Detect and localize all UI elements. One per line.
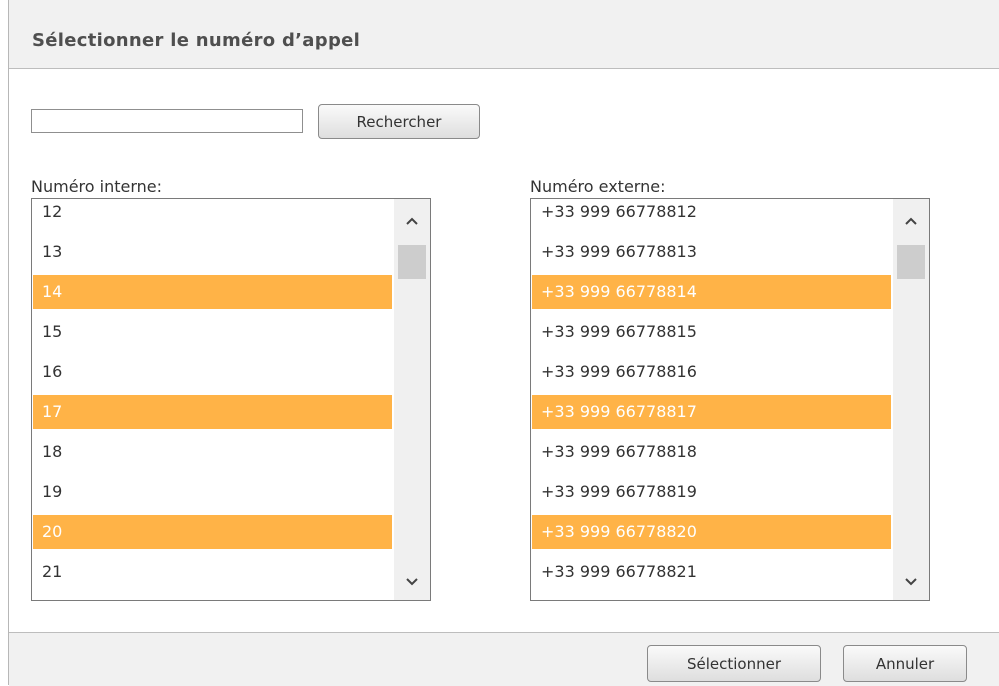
- dialog-footer: Sélectionner Annuler: [9, 632, 999, 686]
- list-item[interactable]: 16: [33, 355, 392, 389]
- scrollbar-thumb[interactable]: [398, 245, 426, 279]
- list-item[interactable]: 14: [33, 275, 392, 309]
- list-item[interactable]: 15: [33, 315, 392, 349]
- list-item[interactable]: 18: [33, 435, 392, 469]
- dialog-header: Sélectionner le numéro d’appel: [9, 0, 999, 69]
- list-item[interactable]: +33 999 66778818: [532, 435, 891, 469]
- select-number-dialog: Sélectionner le numéro d’appel Recherche…: [8, 0, 999, 686]
- list-item[interactable]: +33 999 66778814: [532, 275, 891, 309]
- list-item[interactable]: 21: [33, 555, 392, 589]
- list-item[interactable]: +33 999 66778812: [532, 199, 891, 229]
- select-button[interactable]: Sélectionner: [647, 645, 821, 682]
- list-item[interactable]: +33 999 66778815: [532, 315, 891, 349]
- list-item[interactable]: +33 999 66778821: [532, 555, 891, 589]
- dialog-title: Sélectionner le numéro d’appel: [32, 30, 361, 51]
- external-scrollbar[interactable]: [893, 199, 929, 600]
- chevron-up-icon[interactable]: [404, 213, 420, 229]
- search-button[interactable]: Rechercher: [318, 104, 480, 139]
- internal-scrollbar[interactable]: [394, 199, 430, 600]
- internal-number-list[interactable]: 12 13 14 15 16 17 18 19 20 21: [31, 198, 431, 601]
- cancel-button[interactable]: Annuler: [843, 645, 967, 682]
- internal-rows: 12 13 14 15 16 17 18 19 20 21: [33, 199, 392, 595]
- list-item[interactable]: +33 999 66778817: [532, 395, 891, 429]
- list-item[interactable]: 17: [33, 395, 392, 429]
- list-item[interactable]: 20: [33, 515, 392, 549]
- list-item[interactable]: +33 999 66778813: [532, 235, 891, 269]
- internal-number-label: Numéro interne:: [31, 177, 163, 196]
- list-item[interactable]: 12: [33, 199, 392, 229]
- external-number-list[interactable]: +33 999 66778812 +33 999 66778813 +33 999 …: [530, 198, 930, 601]
- list-item[interactable]: +33 999 66778816: [532, 355, 891, 389]
- external-number-label: Numéro externe:: [530, 177, 666, 196]
- list-item[interactable]: 19: [33, 475, 392, 509]
- search-input[interactable]: [31, 109, 303, 133]
- scrollbar-thumb[interactable]: [897, 245, 925, 279]
- list-item[interactable]: +33 999 66778820: [532, 515, 891, 549]
- chevron-down-icon[interactable]: [404, 574, 420, 590]
- chevron-down-icon[interactable]: [903, 574, 919, 590]
- chevron-up-icon[interactable]: [903, 213, 919, 229]
- external-rows: +33 999 66778812 +33 999 66778813 +33 999 …: [532, 199, 891, 595]
- list-item[interactable]: +33 999 66778819: [532, 475, 891, 509]
- list-item[interactable]: 13: [33, 235, 392, 269]
